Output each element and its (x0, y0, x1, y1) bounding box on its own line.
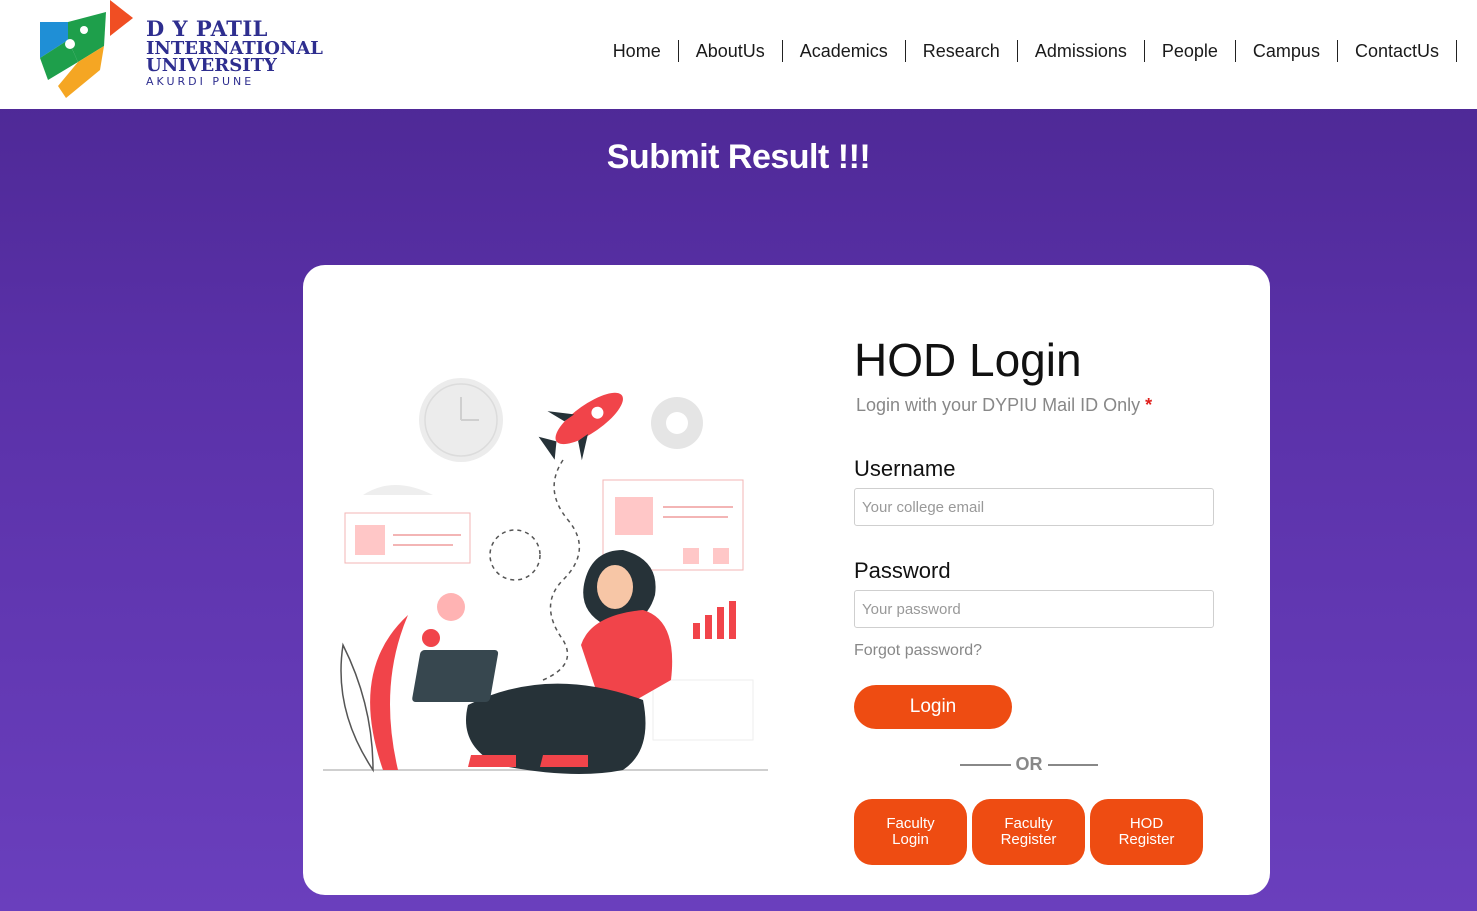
nav-contact-us[interactable]: ContactUs (1338, 40, 1457, 62)
university-logo[interactable]: D Y PATIL INTERNATIONAL UNIVERSITY AKURD… (38, 0, 328, 100)
password-label: Password (854, 558, 951, 583)
nav-academics[interactable]: Academics (783, 40, 906, 62)
nav-home[interactable]: Home (596, 40, 679, 62)
login-subtitle: Login with your DYPIU Mail ID Only * (856, 395, 1234, 416)
faculty-register-button[interactable]: Faculty Register (972, 799, 1085, 865)
logo-mark-icon (40, 0, 133, 98)
faculty-login-button[interactable]: Faculty Login (854, 799, 967, 865)
login-title: HOD Login (854, 334, 1082, 386)
nav-research[interactable]: Research (906, 40, 1018, 62)
main-nav: Home AboutUs Academics Research Admissio… (596, 40, 1457, 62)
hod-register-button[interactable]: HOD Register (1090, 799, 1203, 865)
required-mark: * (1145, 395, 1153, 415)
login-subtitle-text: Login with your DYPIU Mail ID Only (856, 395, 1141, 415)
nav-about-us[interactable]: AboutUs (679, 40, 783, 62)
nav-campus[interactable]: Campus (1236, 40, 1338, 62)
site-header: D Y PATIL INTERNATIONAL UNIVERSITY AKURD… (0, 0, 1477, 109)
login-card: HOD Login Login with your DYPIU Mail ID … (303, 265, 1270, 895)
divider-line (1047, 763, 1098, 766)
or-divider: OR (960, 754, 1098, 775)
password-input[interactable] (854, 590, 1214, 628)
or-label: OR (1015, 754, 1043, 774)
logo-line-4: AKURDI PUNE (146, 75, 255, 88)
laptop-user-illustration (323, 378, 768, 774)
username-input[interactable] (854, 488, 1214, 526)
logo-line-3: UNIVERSITY (146, 55, 277, 76)
alternate-actions: Faculty Login Faculty Register HOD Regis… (854, 799, 1208, 865)
username-label: Username (854, 456, 956, 481)
forgot-password-link[interactable]: Forgot password? (854, 642, 1234, 660)
logo-line-1: D Y PATIL (146, 16, 268, 41)
divider-line (960, 763, 1011, 766)
page-title: Submit Result !!! (606, 138, 871, 176)
logo-wordmark: D Y PATIL INTERNATIONAL UNIVERSITY AKURD… (146, 18, 323, 90)
login-button[interactable]: Login (854, 685, 1012, 729)
nav-admissions[interactable]: Admissions (1018, 40, 1145, 62)
nav-people[interactable]: People (1145, 40, 1236, 62)
hod-login-form: HOD Login Login with your DYPIU Mail ID … (854, 334, 1234, 865)
